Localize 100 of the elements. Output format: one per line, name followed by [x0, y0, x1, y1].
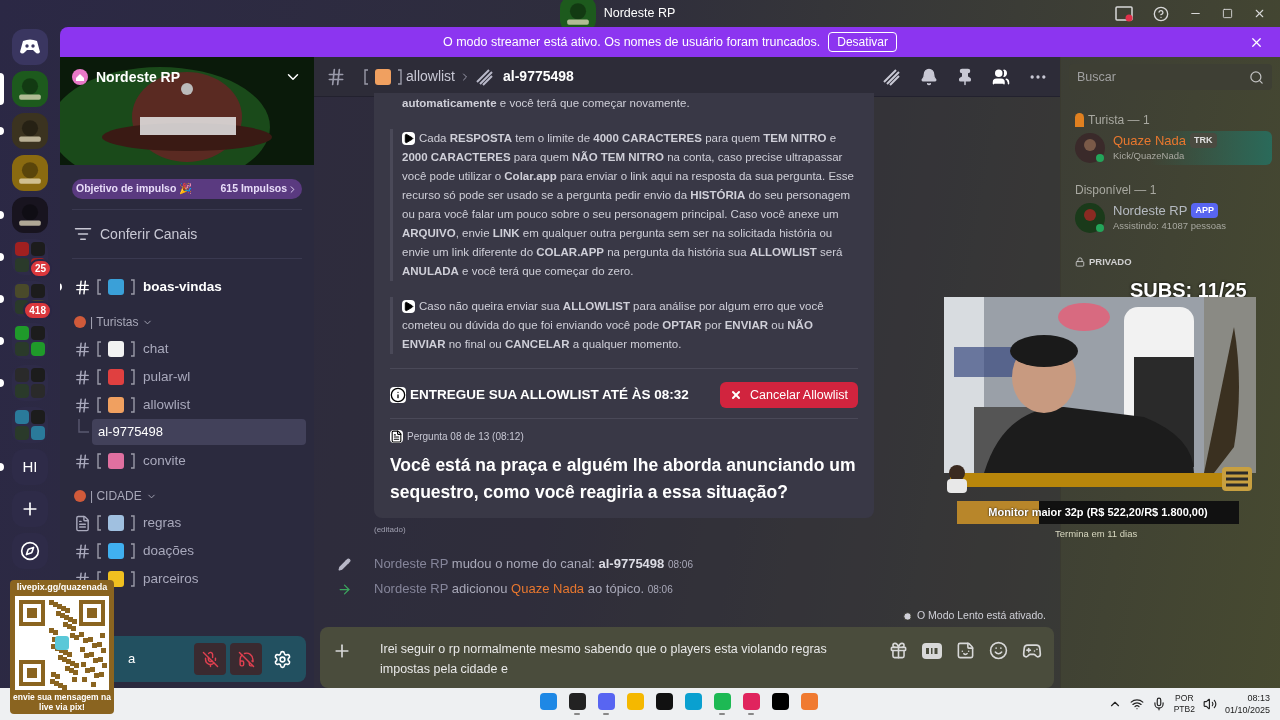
sticker-icon[interactable] — [956, 641, 975, 661]
qr-code-icon — [15, 595, 109, 690]
document-icon — [390, 430, 403, 443]
subs-counter: SUBS: 11/25 — [1130, 278, 1247, 303]
layout-indicator[interactable]: PTB2 — [1173, 704, 1195, 715]
maximize-icon[interactable] — [1222, 8, 1233, 19]
help-icon[interactable] — [1153, 5, 1169, 22]
controller-icon — [19, 39, 41, 55]
unread-pill — [0, 127, 4, 135]
screen-record-icon[interactable] — [1115, 5, 1133, 22]
server-boost-icon — [72, 69, 88, 85]
channel-item[interactable]: chat — [143, 338, 169, 360]
member-name: Nordeste RP — [1113, 203, 1188, 218]
pencil-icon — [337, 557, 351, 571]
member-tag: APP — [1191, 203, 1218, 218]
channel-item[interactable]: allowlist — [143, 394, 191, 416]
unread-pill — [0, 379, 4, 387]
avatar — [1075, 133, 1105, 163]
cancel-button[interactable]: Cancelar Allowlist — [720, 382, 858, 408]
hash-icon — [74, 452, 91, 470]
bell-icon[interactable] — [920, 67, 938, 86]
browse-channels[interactable]: Conferir Canais — [60, 216, 314, 252]
category-label[interactable]: | CIDADE — [90, 487, 142, 505]
server-icon — [31, 410, 45, 424]
thread-item[interactable]: al-9775498 — [92, 419, 306, 445]
home-button[interactable] — [12, 29, 48, 65]
taskbar-app[interactable] — [568, 693, 587, 715]
thread-spine-icon — [78, 419, 89, 433]
unread-pill — [0, 463, 4, 471]
server-icon — [15, 342, 29, 356]
compass-icon — [20, 541, 40, 561]
member-tag: TRK — [1190, 133, 1217, 148]
mute-button[interactable] — [194, 643, 226, 675]
member-row[interactable]: Nordeste RP APP Assistindo: 41087 pessoas — [1069, 201, 1272, 235]
disable-button[interactable]: Desativar — [828, 32, 897, 52]
members-icon[interactable] — [992, 67, 1010, 86]
thread-title: al-9775498 — [503, 67, 574, 86]
channel-item[interactable]: doações — [143, 540, 195, 562]
user-name[interactable]: a — [128, 649, 136, 669]
mention-badge: 418 — [23, 301, 52, 320]
channel-item[interactable]: boas-vindas — [143, 276, 222, 298]
rules-icon — [74, 514, 91, 532]
server-name[interactable]: Nordeste RP — [96, 66, 181, 88]
question-meta: Pergunta 08 de 13 (08:12) — [407, 430, 524, 444]
channel-item[interactable]: regras — [143, 512, 182, 534]
category-icon — [74, 316, 86, 328]
server-button[interactable] — [12, 155, 48, 191]
settings-icon — [272, 649, 292, 669]
system-message: Nordeste RP mudou o nome do canal: al-9775498 08:06 — [374, 555, 693, 574]
mention-badge: 25 — [28, 259, 52, 278]
unread-pill — [0, 73, 4, 105]
threads-icon[interactable] — [882, 67, 902, 86]
server-button[interactable] — [12, 197, 48, 233]
clock-date[interactable]: 01/10/2025 — [1224, 704, 1270, 716]
play-icon — [402, 132, 415, 146]
add-server-button[interactable] — [12, 491, 48, 527]
member-name: Quaze Nada — [1113, 133, 1186, 148]
message-composer[interactable]: Irei seguir o rp normalmente mesmo sabendo que o players esta violando regras impostas pela cidade e — [320, 626, 1054, 688]
group-heading: Disponível — 1 — [1075, 182, 1157, 199]
message-input[interactable]: Irei seguir o rp normalmente mesmo sabendo que o players esta violando regras impostas pela cidade e — [380, 638, 880, 679]
clock-time[interactable]: 08:13 — [1247, 692, 1270, 704]
channel-item[interactable]: convite — [143, 450, 186, 472]
gif-icon[interactable] — [922, 642, 942, 659]
language-indicator[interactable]: POR — [1175, 693, 1194, 704]
banner-text: O modo streamer está ativo. Os nomes de usuário foram truncados. — [443, 33, 821, 51]
emoji-icon[interactable] — [989, 641, 1008, 661]
headphone-off-icon — [237, 650, 255, 668]
explore-button[interactable] — [12, 533, 48, 569]
member-activity: Assistindo: 41087 pessoas — [1113, 219, 1227, 233]
unread-pill — [0, 337, 4, 345]
server-button[interactable] — [12, 113, 48, 149]
close-icon[interactable] — [1253, 7, 1266, 20]
server-icon — [31, 368, 45, 382]
hash-icon — [74, 278, 91, 296]
category-icon — [74, 490, 86, 502]
server-icon — [31, 342, 45, 356]
server-icon — [31, 284, 45, 298]
channel-item[interactable]: parceiros — [143, 568, 199, 590]
question-text: Você está na praça e alguém lhe aborda anunciando um sequestro, como você reagiria a essa situação? — [390, 454, 857, 504]
embed-text: automaticamente e você terá que começar novamente. — [401, 96, 691, 111]
unread-pill — [0, 295, 4, 303]
close-icon — [730, 389, 743, 401]
group-heading: Turista — 1 — [1088, 112, 1150, 129]
arrow-icon — [336, 581, 352, 597]
hash-icon — [74, 340, 91, 358]
category-label[interactable]: | Turistas — [90, 313, 139, 331]
channel-link[interactable]: allowlist — [406, 66, 455, 87]
channel-item[interactable]: pular-wl — [143, 366, 191, 388]
pin-icon[interactable] — [956, 67, 974, 86]
network-icon — [1129, 697, 1144, 711]
boost-goal-bar[interactable]: Objetivo de impulso 🎉 615 Impulsos — [72, 179, 302, 199]
timer-icon — [902, 610, 913, 622]
hash-icon — [326, 66, 346, 87]
deadline-text: ENTREGUE SUA ALLOWLIST ATÉ ÀS 08:32 — [410, 385, 689, 404]
server-button[interactable]: HI — [12, 449, 48, 485]
gift-icon[interactable] — [889, 641, 908, 661]
server-icon — [31, 426, 45, 440]
unread-pill — [0, 211, 4, 219]
member-activity: Kick/QuazeNada — [1113, 149, 1186, 163]
server-button[interactable] — [12, 71, 48, 107]
